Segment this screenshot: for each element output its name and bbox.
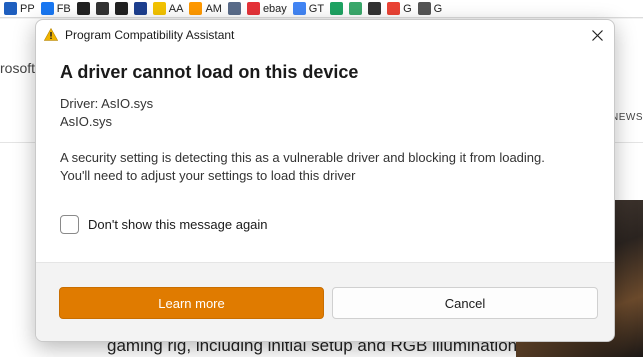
bookmark-item[interactable]: FB <box>40 2 71 15</box>
background-news-tab[interactable]: NEWS <box>611 112 643 123</box>
bookmark-label: G <box>403 2 412 15</box>
green-circle-icon <box>330 2 344 15</box>
bookmark-icon-3 <box>114 2 128 15</box>
bookmark-label: AA <box>168 2 184 15</box>
bookmark-label: G <box>433 2 443 15</box>
dialog-footer: Learn more Cancel <box>36 262 614 341</box>
bookmark-icon-2 <box>95 2 109 15</box>
dialog-titlebar: Program Compatibility Assistant <box>36 20 614 50</box>
driver-file: AsIO.sys <box>60 114 113 129</box>
bookmark-item[interactable] <box>76 2 90 15</box>
close-icon <box>591 29 603 41</box>
wave-icon <box>349 2 363 15</box>
bookmark-icon-1 <box>76 2 90 15</box>
close-button[interactable] <box>586 24 608 46</box>
amazon-icon <box>189 2 203 15</box>
message-line-2: You'll need to adjust your settings to l… <box>60 168 356 183</box>
usa-icon <box>133 2 147 15</box>
bookmark-item[interactable]: AM <box>189 2 222 15</box>
bookmark-item[interactable] <box>95 2 109 15</box>
bookmark-item[interactable]: AA <box>152 2 184 15</box>
bookmark-item[interactable]: G <box>417 2 443 15</box>
bookmark-label: GT <box>308 2 325 15</box>
dont-show-again-option[interactable]: Don't show this message again <box>60 215 268 234</box>
history-icon <box>368 2 382 15</box>
cancel-button[interactable]: Cancel <box>332 287 598 319</box>
bookmark-label: AM <box>205 2 222 15</box>
facebook-icon <box>40 2 54 15</box>
bookmark-item[interactable] <box>368 2 382 15</box>
bookmark-item[interactable] <box>330 2 344 15</box>
bookmark-item[interactable] <box>114 2 128 15</box>
bookmark-item[interactable] <box>349 2 363 15</box>
google-icon <box>387 2 401 15</box>
background-brand-text: rosoft <box>0 60 36 76</box>
message-line-1: A security setting is detecting this as … <box>60 150 545 165</box>
paypal-icon <box>4 2 17 15</box>
dont-show-again-label[interactable]: Don't show this message again <box>88 217 268 232</box>
dialog-heading: A driver cannot load on this device <box>60 62 359 82</box>
dialog-content: A driver cannot load on this device Driv… <box>60 62 600 185</box>
globe-icon <box>417 2 431 15</box>
seal-icon <box>227 2 241 15</box>
dont-show-again-checkbox[interactable] <box>60 215 79 234</box>
bookmark-item[interactable]: G <box>387 2 412 15</box>
bookmark-item[interactable]: GT <box>292 2 325 15</box>
bookmark-label: FB <box>56 2 71 15</box>
learn-more-button[interactable]: Learn more <box>59 287 324 319</box>
program-compatibility-dialog: Program Compatibility Assistant A driver… <box>35 19 615 342</box>
ebay-icon <box>246 2 260 15</box>
bookmark-item[interactable] <box>133 2 147 15</box>
driver-name: Driver: AsIO.sys <box>60 96 154 111</box>
bookmark-item[interactable]: ebay <box>246 2 287 15</box>
bookmarks-bar: PP FB AA AM ebay GT G G <box>0 0 643 18</box>
translate-icon <box>292 2 306 15</box>
bookmark-item[interactable] <box>227 2 241 15</box>
aa-icon <box>152 2 166 15</box>
bookmark-item[interactable]: PP <box>4 2 35 15</box>
warning-icon <box>44 28 58 41</box>
bookmark-label: PP <box>20 2 35 15</box>
bookmark-label: ebay <box>262 2 287 15</box>
dialog-title: Program Compatibility Assistant <box>65 28 235 42</box>
